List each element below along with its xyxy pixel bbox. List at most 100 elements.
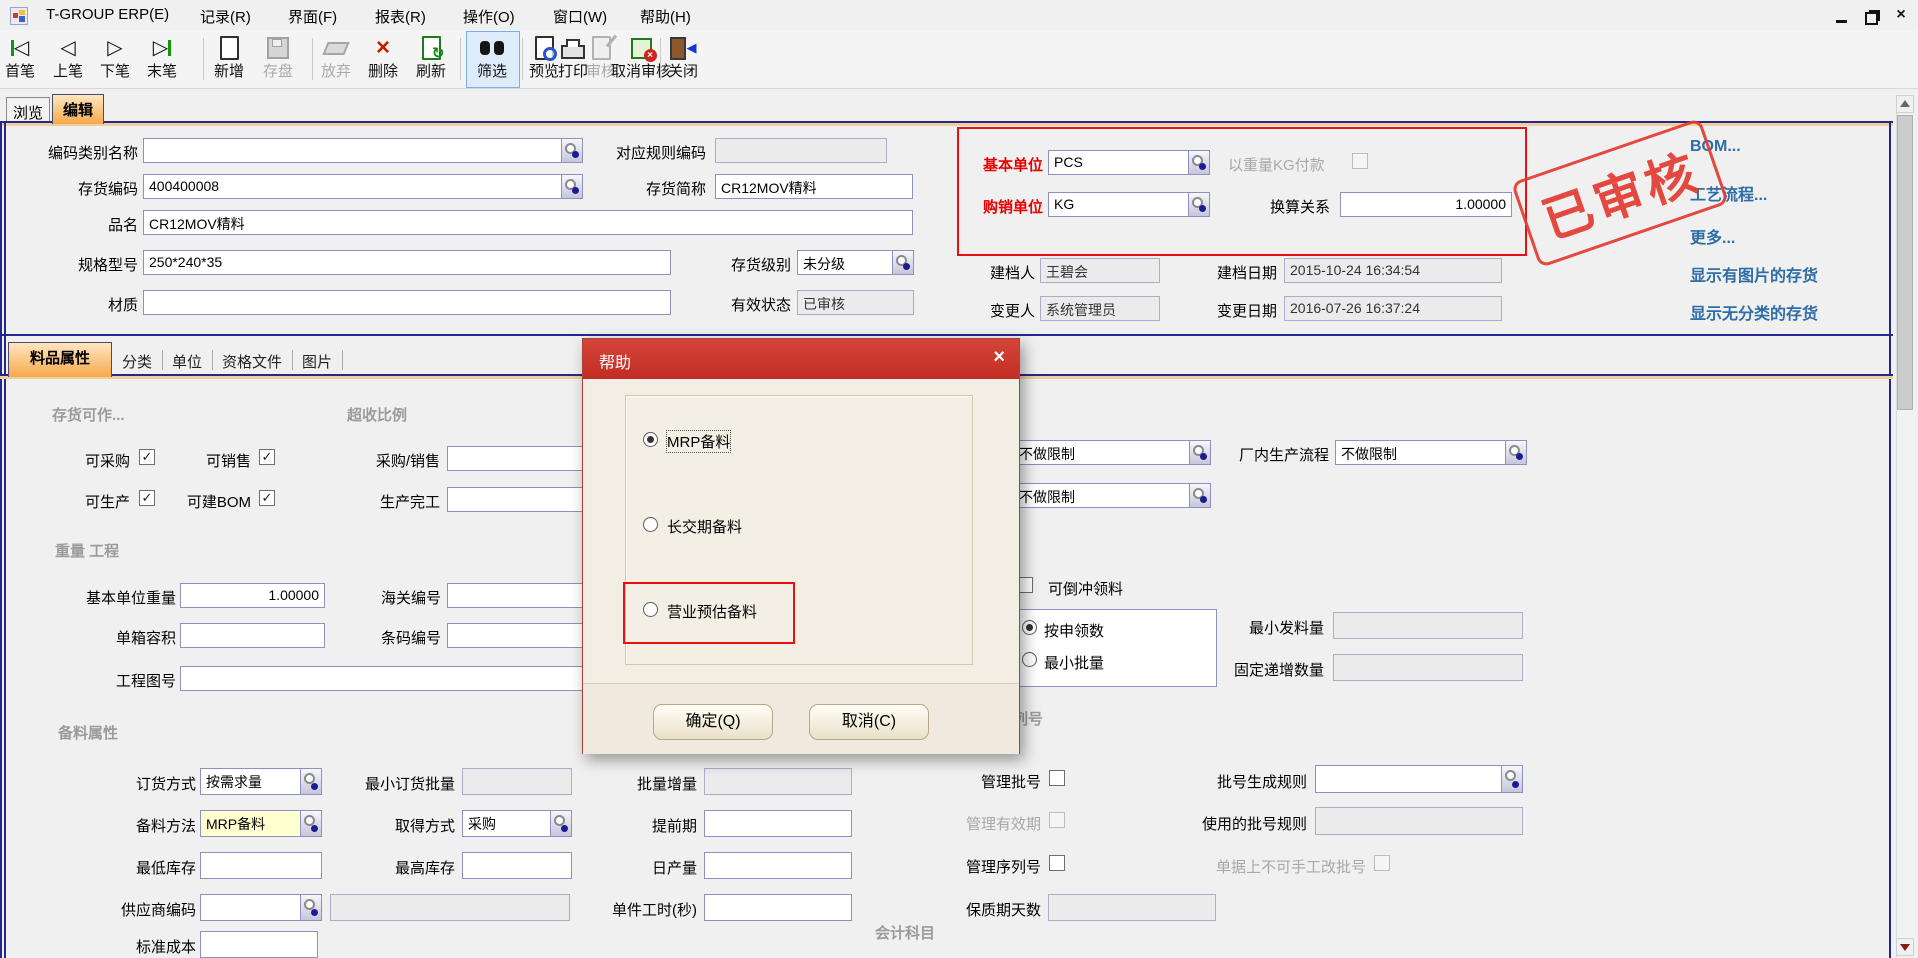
no-manual-lot-checkbox <box>1374 855 1390 871</box>
menu-item-report[interactable]: 报表(R) <box>375 6 426 27</box>
level-lookup-icon[interactable] <box>892 250 914 275</box>
stock-method-lookup-icon[interactable] <box>300 810 322 837</box>
delete-x-icon: × <box>365 33 401 63</box>
pay-by-kg-label: 以重量KG付款 <box>1228 154 1325 175</box>
base-unit-label: 基本单位 <box>983 154 1043 175</box>
menu-item-window[interactable]: 窗口(W) <box>553 6 607 27</box>
max-inventory-field[interactable] <box>462 852 572 879</box>
box-volume-field[interactable] <box>180 623 325 648</box>
menu-item-operation[interactable]: 操作(O) <box>463 6 515 27</box>
toolbar-first-button[interactable]: ◁ 首笔 <box>2 33 38 85</box>
link-more[interactable]: 更多... <box>1690 224 1735 248</box>
material-field[interactable] <box>143 290 671 315</box>
toolbar-delete-button[interactable]: × 删除 <box>365 33 401 85</box>
acquire-lookup-icon[interactable] <box>550 810 572 837</box>
item-code-field[interactable]: 400400008 <box>143 174 583 199</box>
conversion-field[interactable]: 1.00000 <box>1340 192 1512 217</box>
section-account: 会计科目 <box>875 922 935 943</box>
apply-quantity-radio[interactable] <box>1022 620 1037 635</box>
lot-rule-field[interactable] <box>1315 765 1523 793</box>
window-restore-button[interactable] <box>1862 8 1880 26</box>
menu-item-help[interactable]: 帮助(H) <box>640 6 691 27</box>
toolbar-close-button[interactable]: ◀ 关闭 <box>665 33 701 85</box>
link-show-with-images[interactable]: 显示有图片的存货 <box>1690 262 1818 286</box>
base-unit-lookup-icon[interactable] <box>1188 150 1210 175</box>
bom-allowed-checkbox[interactable]: ✓ <box>259 490 275 506</box>
help-dialog-titlebar[interactable]: 帮助 × <box>583 339 1019 379</box>
supplier-lookup-icon[interactable] <box>300 894 322 921</box>
base-unit-field[interactable]: PCS <box>1048 150 1210 175</box>
code-category-lookup-icon[interactable] <box>561 138 583 163</box>
producible-checkbox[interactable]: ✓ <box>139 490 155 506</box>
toolbar-refresh-button[interactable]: ↻ 刷新 <box>413 33 449 85</box>
scroll-up-button[interactable] <box>1896 95 1914 113</box>
menu-item-record[interactable]: 记录(R) <box>200 6 251 27</box>
daily-output-field[interactable] <box>704 852 852 879</box>
window-close-button[interactable]: × <box>1892 6 1910 24</box>
product-name-field[interactable]: CR12MOV精料 <box>143 210 913 235</box>
modify-date-field: 2016-07-26 16:37:24 <box>1284 296 1502 321</box>
item-abbr-field[interactable]: CR12MOV精料 <box>715 174 913 199</box>
min-inventory-field[interactable] <box>200 852 322 879</box>
scroll-down-button[interactable] <box>1896 938 1914 956</box>
factory-flow-lookup-icon[interactable] <box>1505 440 1527 465</box>
spec-field[interactable]: 250*240*35 <box>143 250 671 275</box>
check-icon: ✓ <box>142 490 153 505</box>
left-border-inner <box>4 121 6 958</box>
mrp-radio[interactable] <box>643 432 658 447</box>
manage-serial-checkbox[interactable] <box>1049 855 1065 871</box>
std-cost-field[interactable] <box>200 931 318 958</box>
producible-label: 可生产 <box>85 491 130 512</box>
ok-button[interactable]: 确定(Q) <box>653 704 773 740</box>
long-lead-radio[interactable] <box>643 517 658 532</box>
tab-images[interactable]: 图片 <box>302 351 332 372</box>
base-weight-field[interactable]: 1.00000 <box>180 583 325 608</box>
supplier-name-field <box>330 894 570 921</box>
limit-field-2[interactable]: 不做限制 <box>1013 483 1211 508</box>
create-date-field: 2015-10-24 16:34:54 <box>1284 258 1502 283</box>
manage-lot-checkbox[interactable] <box>1049 770 1065 786</box>
save-floppy-icon <box>260 33 296 63</box>
window-minimize-button[interactable] <box>1832 8 1850 26</box>
toolbar-last-button[interactable]: ▷ 末笔 <box>144 33 180 85</box>
min-lot-radio[interactable] <box>1022 652 1037 667</box>
scrollbar-thumb[interactable] <box>1897 115 1913 410</box>
menu-item-interface[interactable]: 界面(F) <box>288 6 337 27</box>
tab-classification[interactable]: 分类 <box>122 351 152 372</box>
stock-method-label: 备料方法 <box>136 815 196 836</box>
tab-separator <box>292 350 293 370</box>
sellable-checkbox[interactable]: ✓ <box>259 449 275 465</box>
order-mode-lookup-icon[interactable] <box>300 768 322 795</box>
unit-hours-field[interactable] <box>704 894 852 921</box>
factory-flow-field[interactable]: 不做限制 <box>1335 440 1527 465</box>
limit-2-lookup-icon[interactable] <box>1189 483 1211 508</box>
limit-field-1[interactable]: 不做限制 <box>1013 440 1211 465</box>
manage-expiry-label: 管理有效期 <box>966 813 1041 834</box>
tab-unit[interactable]: 单位 <box>172 351 202 372</box>
toolbar-prev-button[interactable]: ◁ 上笔 <box>50 33 86 85</box>
purchasable-checkbox[interactable]: ✓ <box>139 449 155 465</box>
tab-item-properties[interactable]: 料品属性 <box>8 342 112 377</box>
code-category-field[interactable] <box>143 138 583 163</box>
link-show-unclassified[interactable]: 显示无分类的存货 <box>1690 300 1818 324</box>
menu-app-title[interactable]: T-GROUP ERP(E) <box>46 6 169 23</box>
lead-time-field[interactable] <box>704 810 852 837</box>
used-lot-rule-label: 使用的批号规则 <box>1202 813 1307 834</box>
toolbar-next-button[interactable]: ▷ 下笔 <box>97 33 133 85</box>
tab-qualification-files[interactable]: 资格文件 <box>222 351 282 372</box>
trade-unit-lookup-icon[interactable] <box>1188 192 1210 217</box>
drawing-field[interactable] <box>180 666 620 691</box>
item-code-lookup-icon[interactable] <box>561 174 583 199</box>
trade-unit-field[interactable]: KG <box>1048 192 1210 217</box>
status-label: 有效状态 <box>731 294 791 315</box>
lot-rule-lookup-icon[interactable] <box>1501 765 1523 793</box>
min-lot-label: 最小批量 <box>1044 652 1104 673</box>
limit-1-lookup-icon[interactable] <box>1189 440 1211 465</box>
tab-browse[interactable]: 浏览 <box>6 97 50 123</box>
cancel-button[interactable]: 取消(C) <box>809 704 929 740</box>
toolbar-abandon-button: 放弃 <box>318 33 354 85</box>
tab-edit[interactable]: 编辑 <box>52 94 104 124</box>
toolbar-filter-button[interactable]: 筛选 <box>474 33 510 85</box>
toolbar-new-button[interactable]: 新增 <box>211 33 247 85</box>
dialog-close-icon[interactable]: × <box>993 346 1005 369</box>
